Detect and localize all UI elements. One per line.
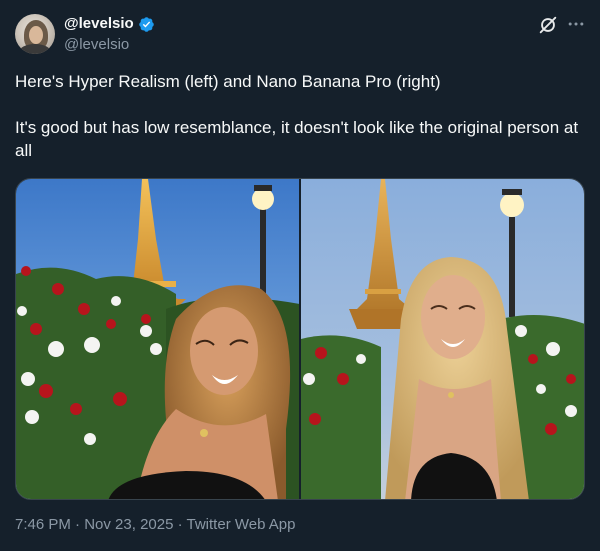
avatar[interactable] xyxy=(15,14,55,54)
verified-badge-icon xyxy=(138,16,154,32)
tweet-source: Twitter Web App xyxy=(186,516,296,533)
tweet-meta: 7:46 PM · Nov 23, 2025 · Twitter Web App xyxy=(15,515,295,535)
author-display-name[interactable]: @levelsio xyxy=(64,14,134,34)
tweet-text-line-2: It's good but has low resemblance, it do… xyxy=(15,118,579,160)
tweet-time[interactable]: 7:46 PM xyxy=(15,516,71,533)
meta-separator-2: · xyxy=(173,516,187,533)
tweet-date[interactable]: Nov 23, 2025 xyxy=(84,516,173,533)
author-name-row[interactable]: @levelsio xyxy=(64,14,155,34)
tweet-text-line-1: Here's Hyper Realism (left) and Nano Ban… xyxy=(15,72,441,91)
tweet-text: Here's Hyper Realism (left) and Nano Ban… xyxy=(15,70,585,162)
grok-icon[interactable] xyxy=(537,14,559,36)
right-photo[interactable] xyxy=(301,179,584,499)
media-grid xyxy=(15,178,585,500)
left-photo[interactable] xyxy=(16,179,299,499)
more-icon[interactable] xyxy=(566,14,586,34)
meta-separator-1: · xyxy=(70,516,85,533)
author-handle[interactable]: @levelsio xyxy=(64,35,129,55)
